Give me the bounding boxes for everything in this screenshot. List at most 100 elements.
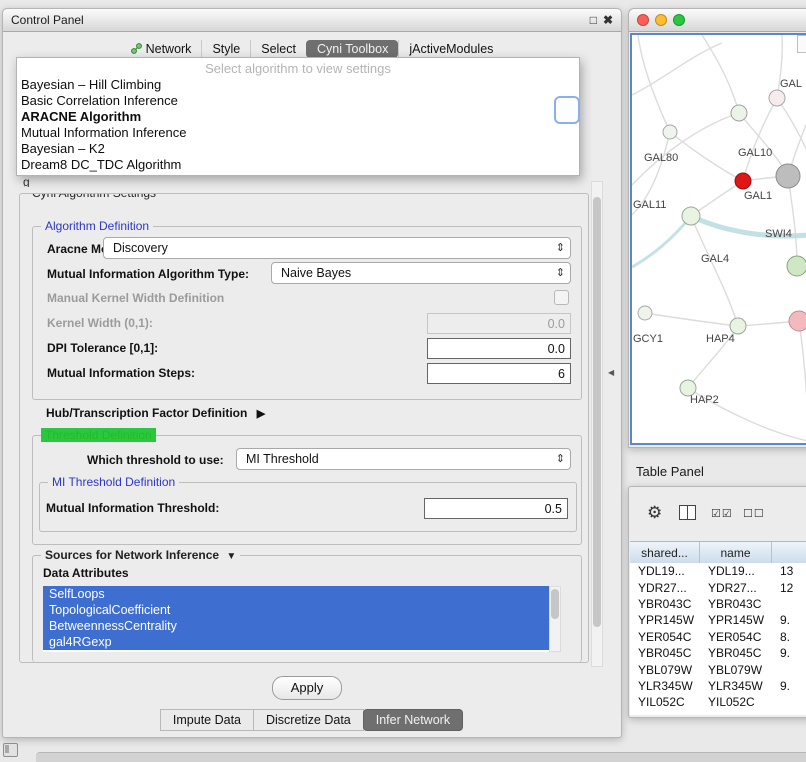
algorithm-option-basic-correlation-inference[interactable]: Basic Correlation Inference xyxy=(17,93,579,109)
algorithm-option-bayesian-k2[interactable]: Bayesian – K2 xyxy=(17,141,579,157)
table-cell: 13 xyxy=(772,564,806,578)
tab-impute-data[interactable]: Impute Data xyxy=(160,709,254,731)
columns-icon[interactable] xyxy=(679,505,696,520)
clipped-label-fragment: g xyxy=(23,175,30,187)
focused-spinner-fragment[interactable] xyxy=(554,96,580,124)
splitter-collapse-icon[interactable]: ◀ xyxy=(608,368,614,377)
network-node[interactable] xyxy=(787,256,806,276)
table-row[interactable]: YLR345WYLR345W9. xyxy=(630,678,806,694)
maximize-icon[interactable]: □ xyxy=(590,13,597,27)
sources-expander[interactable]: Sources for Network Inference ▼ xyxy=(41,548,240,562)
node-label-gal10: GAL10 xyxy=(738,147,772,159)
node-label-swi4: SWI4 xyxy=(765,228,792,240)
algorithm-option-bayesian-hill-climbing[interactable]: Bayesian – Hill Climbing xyxy=(17,77,579,93)
column-header-shared-[interactable]: shared... xyxy=(630,542,700,563)
node-label-gal4: GAL4 xyxy=(701,253,729,265)
algorithm-option-dream8-dc-tdc-algorithm[interactable]: Dream8 DC_TDC Algorithm xyxy=(17,157,579,173)
hub-definition-expander[interactable]: Hub/Transcription Factor Definition ▶ xyxy=(46,406,265,420)
network-scrollbar-fragment[interactable] xyxy=(797,35,806,53)
table-cell: 9. xyxy=(772,679,806,693)
network-node[interactable] xyxy=(663,125,677,139)
table-cell: YBR045C xyxy=(630,646,700,660)
mi-steps-field[interactable] xyxy=(427,363,571,384)
table-row[interactable]: YDR27...YDR27...12 xyxy=(630,579,806,595)
attribute-item-topologicalcoefficient[interactable]: TopologicalCoefficient xyxy=(43,602,549,618)
network-node[interactable] xyxy=(776,164,800,188)
network-node[interactable] xyxy=(789,311,806,331)
collapse-arrow-icon: ▼ xyxy=(226,551,236,562)
table-row[interactable]: YBR043CYBR043C xyxy=(630,596,806,612)
network-view-window: GALGAL80GAL10GAL11GAL1SWI4GAL4GCY1HAP4HA… xyxy=(628,8,806,448)
kernel-width-field[interactable] xyxy=(427,313,571,334)
table-row[interactable]: YIL052CYIL052C xyxy=(630,694,806,710)
mi-type-value: Naive Bayes xyxy=(281,266,351,280)
tab-discretize-data[interactable]: Discretize Data xyxy=(253,709,364,731)
tab-network[interactable]: Network xyxy=(121,40,202,58)
table-cell: YLR345W xyxy=(630,679,700,693)
group-title: Threshold Definition xyxy=(41,428,156,442)
minimize-button[interactable] xyxy=(655,14,667,26)
table-cell: 12 xyxy=(772,581,806,595)
select-all-icon[interactable]: ☑☑ xyxy=(711,507,733,520)
apply-button[interactable]: Apply xyxy=(272,676,342,700)
dpi-tolerance-label: DPI Tolerance [0,1]: xyxy=(47,341,158,355)
tab-cyni-toolbox[interactable]: Cyni Toolbox xyxy=(306,40,398,58)
manual-kernel-checkbox[interactable] xyxy=(554,290,569,305)
table-row[interactable]: YBL079WYBL079W xyxy=(630,661,806,677)
network-node[interactable] xyxy=(638,306,652,320)
network-node[interactable] xyxy=(731,105,747,121)
close-icon[interactable]: ✖ xyxy=(603,13,613,27)
column-header-name[interactable]: name xyxy=(700,542,772,563)
tab-select[interactable]: Select xyxy=(250,40,306,58)
network-node[interactable] xyxy=(730,318,746,334)
aracne-mode-value: Discovery xyxy=(113,241,168,255)
tab-infer-network[interactable]: Infer Network xyxy=(363,709,463,731)
table-cell: 8. xyxy=(772,630,806,644)
group-title: Cyni Algorithm Settings xyxy=(28,193,160,200)
mi-threshold-field[interactable] xyxy=(424,498,568,519)
network-node[interactable] xyxy=(682,207,700,225)
table-panel-window: ⚙ ☑☑ ☐☐ shared...name YDL19...YDL19...13… xyxy=(628,486,806,718)
table-cell: YLR345W xyxy=(700,679,772,693)
gear-icon[interactable]: ⚙ xyxy=(647,503,662,523)
network-node[interactable] xyxy=(735,173,751,189)
mi-type-select[interactable]: Naive Bayes ⇕ xyxy=(271,262,571,284)
hub-definition-label: Hub/Transcription Factor Definition xyxy=(46,406,247,420)
table-row[interactable]: YBR045CYBR045C9. xyxy=(630,645,806,661)
table-row[interactable]: YPR145WYPR145W9. xyxy=(630,612,806,628)
group-title: Algorithm Definition xyxy=(41,219,153,233)
threshold-definition-group: Threshold Definition Which threshold to … xyxy=(32,435,582,545)
algorithm-option-aracne-algorithm[interactable]: ARACNE Algorithm xyxy=(17,109,579,125)
which-threshold-select[interactable]: MI Threshold ⇕ xyxy=(236,448,571,470)
close-button[interactable] xyxy=(637,14,649,26)
network-icon xyxy=(131,43,142,54)
attribute-item-betweennesscentrality[interactable]: BetweennessCentrality xyxy=(43,618,549,634)
attribute-item-selfloops[interactable]: SelfLoops xyxy=(43,586,549,602)
aracne-mode-select[interactable]: Discovery ⇕ xyxy=(103,237,571,259)
table-row[interactable]: YDL19...YDL19...13 xyxy=(630,563,806,579)
kernel-width-label: Kernel Width (0,1): xyxy=(47,316,153,330)
table-cell: 9. xyxy=(772,613,806,627)
table-row[interactable]: YER054CYER054C8. xyxy=(630,629,806,645)
deselect-all-icon[interactable]: ☐☐ xyxy=(743,507,765,520)
show-panel-icon[interactable] xyxy=(3,743,18,757)
algorithm-dropdown-popup: Select algorithm to view settings Bayesi… xyxy=(16,57,580,176)
network-edge xyxy=(777,98,806,153)
dpi-tolerance-field[interactable] xyxy=(427,338,571,359)
network-view-titlebar[interactable] xyxy=(629,9,806,32)
settings-scrollbar-thumb[interactable] xyxy=(593,197,601,627)
column-header-2[interactable] xyxy=(772,542,806,563)
zoom-button[interactable] xyxy=(673,14,685,26)
tab-style[interactable]: Style xyxy=(201,40,250,58)
network-node[interactable] xyxy=(769,90,785,106)
table-cell: YDR27... xyxy=(700,581,772,595)
network-edge xyxy=(632,113,739,185)
tab-jactivemodules[interactable]: jActiveModules xyxy=(398,40,503,58)
table-panel-title: Table Panel xyxy=(636,464,704,479)
control-panel-titlebar[interactable]: Control Panel □ ✖ xyxy=(3,9,621,32)
network-edge xyxy=(638,35,670,132)
attribute-list-scrollbar-thumb[interactable] xyxy=(551,589,559,619)
algorithm-option-mutual-information-inference[interactable]: Mutual Information Inference xyxy=(17,125,579,141)
node-label-gal80: GAL80 xyxy=(644,152,678,164)
attribute-item-gal4rgexp[interactable]: gal4RGexp xyxy=(43,634,549,650)
